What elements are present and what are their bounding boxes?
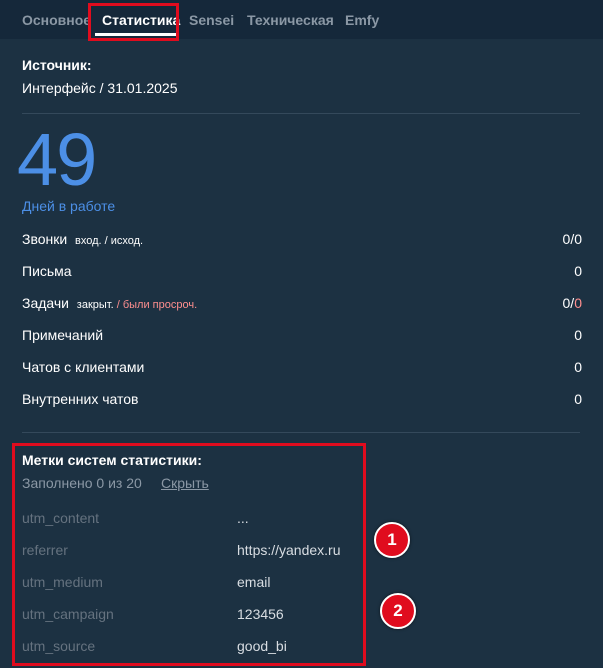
stat-row-client-chats: Чатов с клиентами 0 bbox=[22, 359, 582, 379]
utm-key: referrer bbox=[22, 542, 68, 558]
utm-row: utm_content ... bbox=[22, 510, 362, 530]
annotation-marker-2: 2 bbox=[380, 593, 416, 629]
tasks-sep: / bbox=[113, 299, 123, 311]
utm-row: utm_source good_bi bbox=[22, 638, 362, 658]
calls-label: Звонки bbox=[22, 231, 68, 247]
days-in-work-label: Дней в работе bbox=[22, 198, 116, 214]
utm-value[interactable]: email bbox=[237, 574, 270, 590]
tab-emfy[interactable]: Emfy bbox=[345, 12, 379, 28]
divider bbox=[22, 113, 580, 114]
client-chats-label: Чатов с клиентами bbox=[22, 359, 145, 375]
stat-row-notes: Примечаний 0 bbox=[22, 327, 582, 347]
tasks-overdue-value: 0 bbox=[574, 295, 582, 311]
days-in-work-number: 49 bbox=[17, 118, 97, 201]
utm-key: utm_medium bbox=[22, 574, 103, 590]
utm-key: utm_content bbox=[22, 510, 100, 526]
tasks-label: Задачи bbox=[22, 295, 70, 311]
utm-value[interactable]: good_bi bbox=[237, 638, 287, 654]
source-title: Источник: bbox=[22, 57, 92, 73]
tab-main[interactable]: Основное bbox=[22, 12, 91, 28]
utm-filled-count: Заполнено 0 из 20 bbox=[22, 475, 142, 491]
utm-value[interactable]: ... bbox=[237, 510, 249, 526]
utm-key: utm_source bbox=[22, 638, 96, 654]
letters-value: 0 bbox=[574, 263, 582, 279]
tab-sensei[interactable]: Sensei bbox=[189, 12, 234, 28]
utm-value[interactable]: 123456 bbox=[237, 606, 284, 622]
notes-value: 0 bbox=[574, 327, 582, 343]
utm-row: utm_medium email bbox=[22, 574, 362, 594]
internal-chats-label: Внутренних чатов bbox=[22, 391, 139, 407]
utm-hide-link[interactable]: Скрыть bbox=[161, 475, 209, 491]
stat-row-internal-chats: Внутренних чатов 0 bbox=[22, 391, 582, 411]
utm-row: utm_campaign 123456 bbox=[22, 606, 362, 626]
internal-chats-value: 0 bbox=[574, 391, 582, 407]
calls-sub-label: вход. / исход. bbox=[74, 235, 144, 247]
source-value: Интерфейс / 31.01.2025 bbox=[22, 80, 178, 96]
tab-highlight-box bbox=[88, 3, 179, 41]
utm-value[interactable]: https://yandex.ru bbox=[237, 542, 341, 558]
tasks-overdue-label: были просроч. bbox=[122, 299, 198, 311]
annotation-marker-1: 1 bbox=[374, 522, 410, 558]
utm-section-title: Метки систем статистики: bbox=[22, 452, 202, 468]
tasks-closed-value: 0/ bbox=[562, 295, 575, 311]
utm-row: referrer https://yandex.ru bbox=[22, 542, 362, 562]
stat-row-letters: Письма 0 bbox=[22, 263, 582, 283]
notes-label: Примечаний bbox=[22, 327, 104, 343]
letters-label: Письма bbox=[22, 263, 72, 279]
calls-value: 0/0 bbox=[562, 231, 582, 247]
tab-technical[interactable]: Техническая bbox=[247, 12, 334, 28]
client-chats-value: 0 bbox=[574, 359, 582, 375]
tasks-closed-label: закрыт. bbox=[76, 299, 114, 311]
divider bbox=[22, 432, 580, 433]
stat-row-calls: Звонки вход. / исход. 0/0 bbox=[22, 231, 582, 251]
utm-key: utm_campaign bbox=[22, 606, 114, 622]
stat-row-tasks: Задачи закрыт. / были просроч. 0/0 bbox=[22, 295, 582, 315]
